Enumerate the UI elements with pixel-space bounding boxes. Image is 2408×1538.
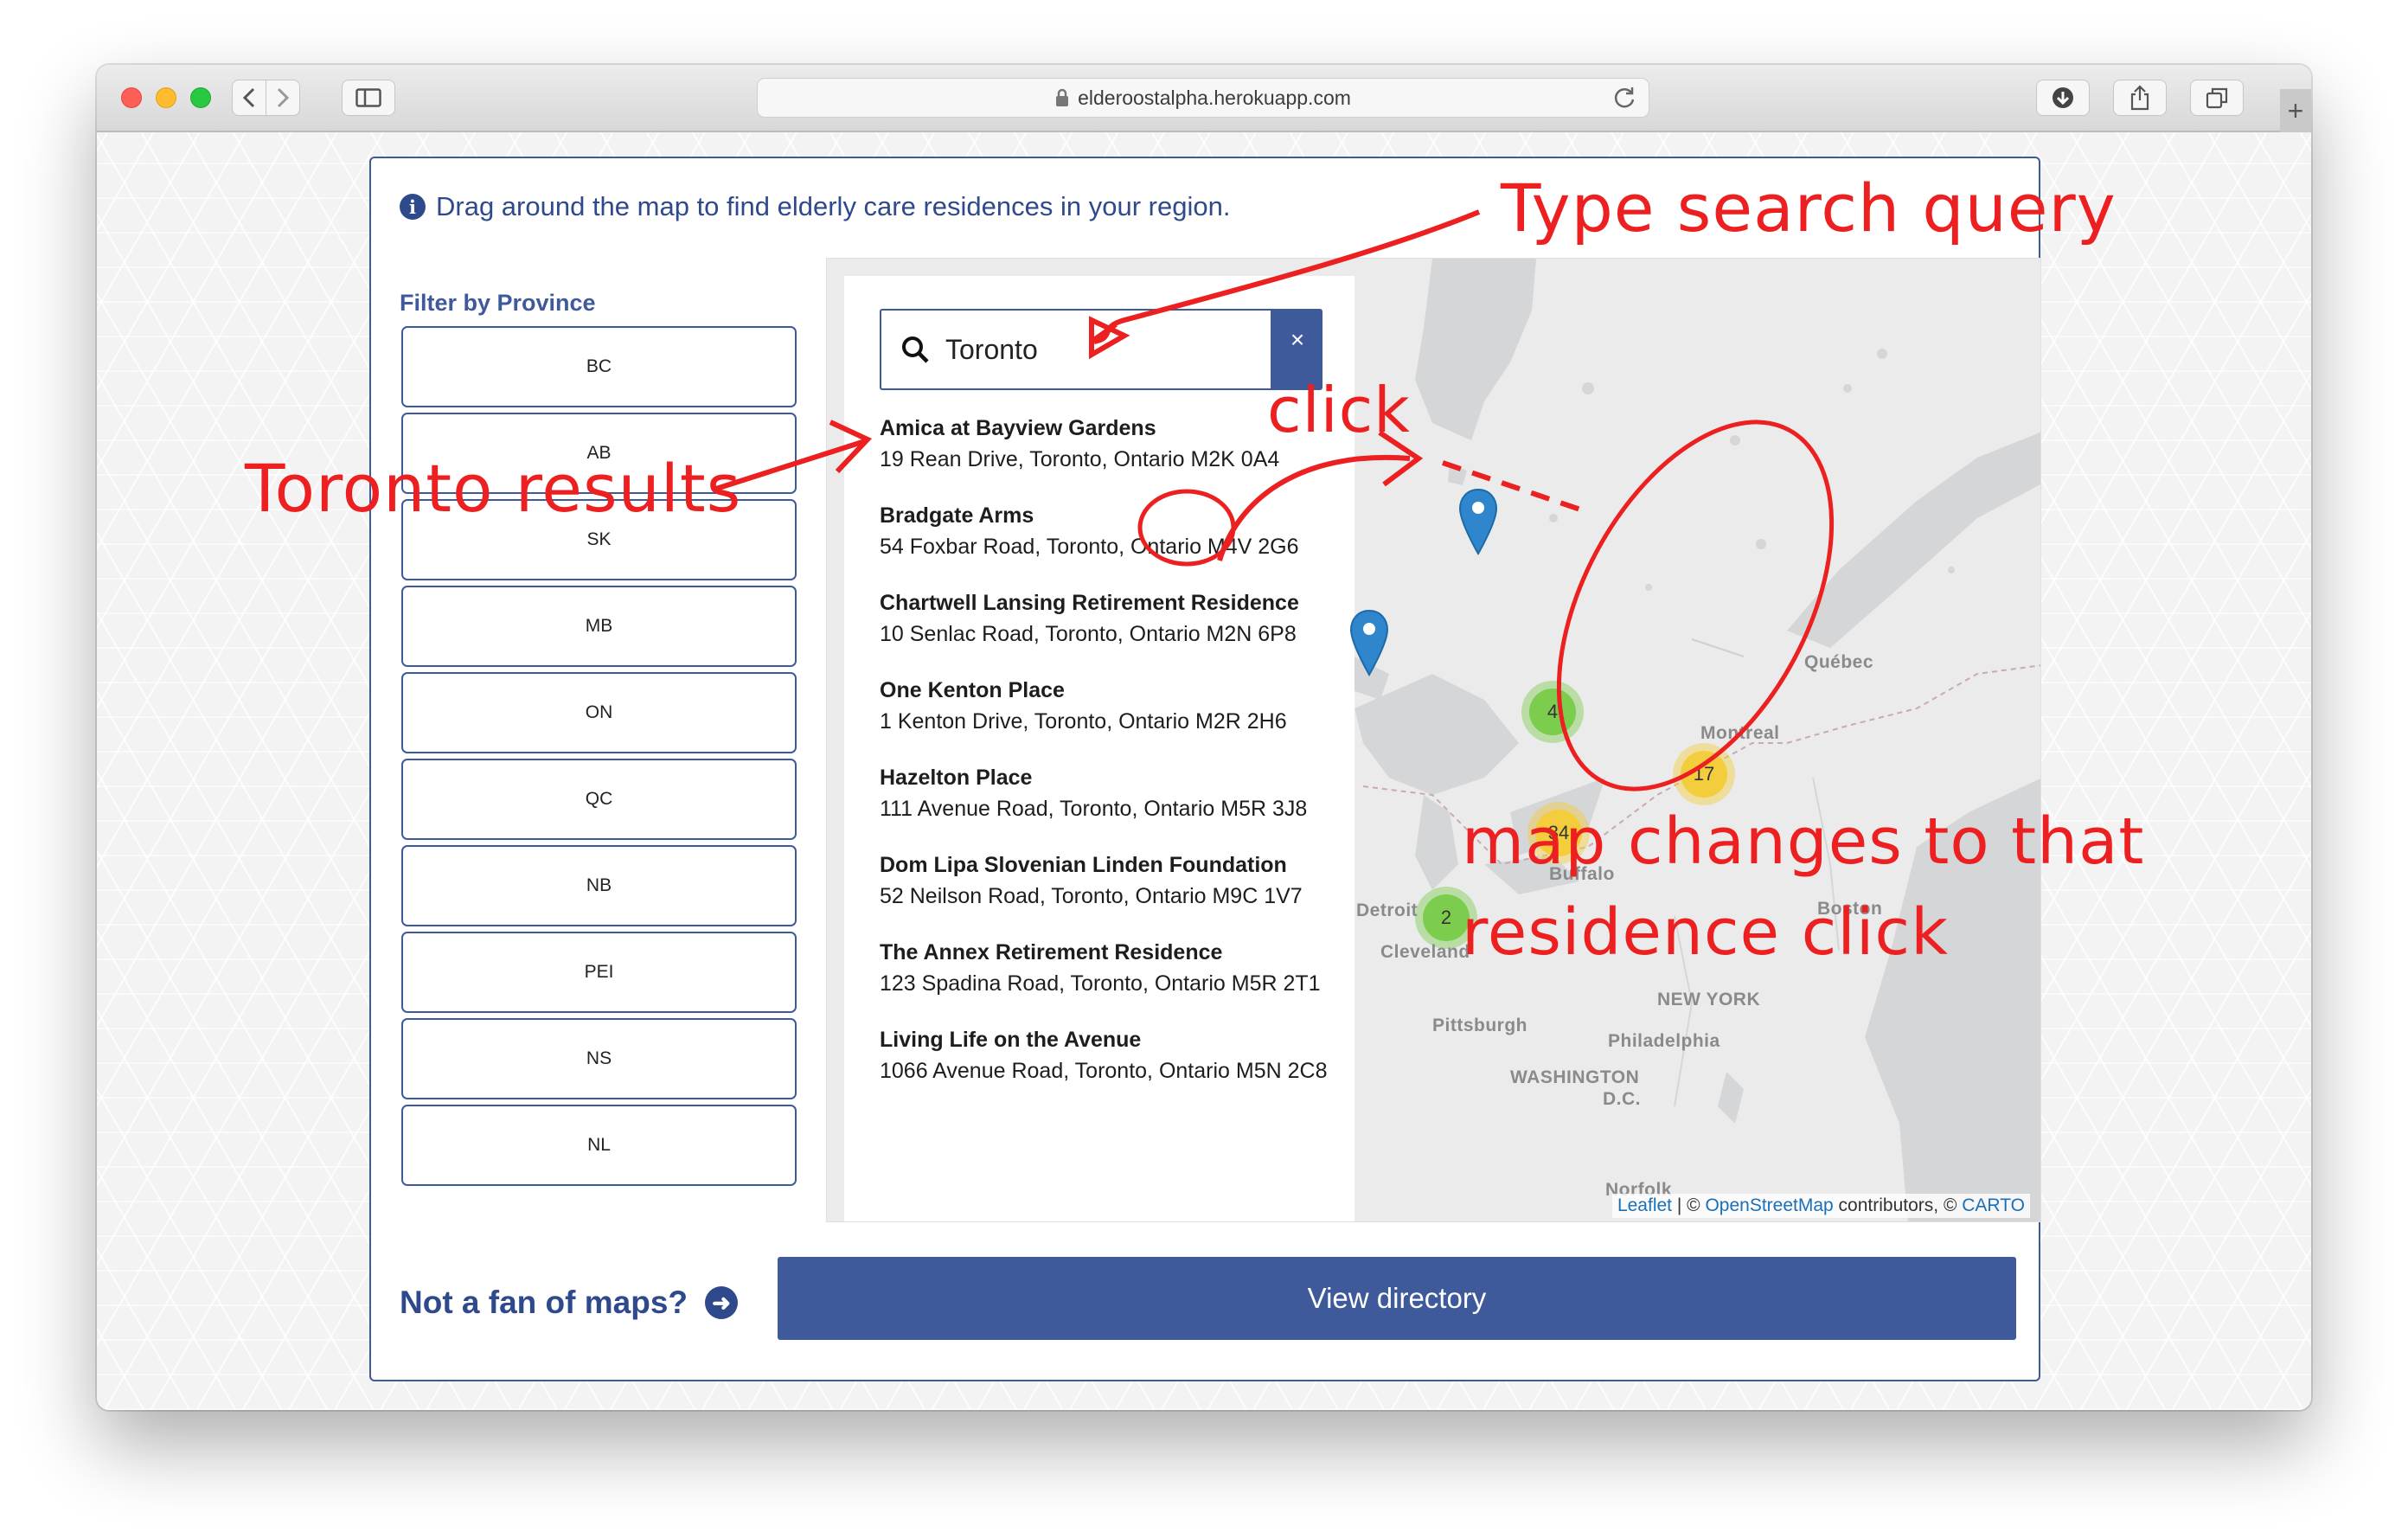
result-item[interactable]: Chartwell Lansing Retirement Residence 1… (880, 587, 1338, 650)
annotation-map-changes-line2: residence click (1462, 895, 1949, 970)
cluster-count: 4 (1529, 689, 1576, 735)
main-card: i Drag around the map to find elderly ca… (369, 157, 2041, 1381)
province-button-mb[interactable]: MB (401, 586, 797, 667)
result-name: Chartwell Lansing Retirement Residence (880, 591, 1299, 615)
result-item[interactable]: Living Life on the Avenue 1066 Avenue Ro… (880, 1024, 1338, 1087)
browser-window: elderoostalpha.herokuapp.com + i Drag ar… (97, 65, 2311, 1410)
result-name: The Annex Retirement Residence (880, 940, 1223, 964)
map-marker-icon[interactable] (1458, 488, 1498, 555)
info-icon: i (400, 194, 426, 220)
map-attribution: Leaflet | © OpenStreetMap contributors, … (1611, 1194, 2030, 1218)
map-cluster[interactable]: 4 (1521, 681, 1584, 743)
result-name: Dom Lipa Slovenian Linden Foundation (880, 853, 1287, 877)
plus-icon: + (2287, 94, 2304, 126)
province-button-nb[interactable]: NB (401, 845, 797, 926)
not-a-fan-link[interactable]: Not a fan of maps? ➜ (400, 1285, 739, 1321)
reload-button[interactable] (1612, 86, 1636, 115)
result-address: 111 Avenue Road, Toronto, Ontario M5R 3J… (880, 797, 1308, 821)
filter-title: Filter by Province (400, 290, 596, 316)
back-button[interactable] (232, 80, 266, 116)
result-name: Bradgate Arms (880, 503, 1034, 528)
not-a-fan-text: Not a fan of maps? (400, 1285, 688, 1320)
address-bar[interactable]: elderoostalpha.herokuapp.com (757, 78, 1649, 118)
result-item[interactable]: One Kenton Place 1 Kenton Drive, Toronto… (880, 675, 1338, 738)
view-directory-button[interactable]: View directory (778, 1257, 2016, 1340)
result-name: Hazelton Place (880, 766, 1033, 790)
city-label: Québec (1804, 652, 1874, 672)
search-results-list: Amica at Bayview Gardens 19 Rean Drive, … (880, 413, 1338, 1112)
map[interactable]: × Amica at Bayview Gardens 19 Rean Drive… (826, 258, 2041, 1222)
province-button-on[interactable]: ON (401, 672, 797, 753)
map-marker-icon[interactable] (1349, 609, 1389, 676)
tabs-icon (2206, 87, 2228, 109)
city-label: Detroit (1356, 900, 1419, 920)
result-item[interactable]: Dom Lipa Slovenian Linden Foundation 52 … (880, 849, 1338, 913)
forward-button[interactable] (266, 80, 300, 116)
city-label: Philadelphia (1608, 1031, 1720, 1051)
sidebar-icon (355, 88, 381, 107)
city-label: Pittsburgh (1432, 1016, 1527, 1035)
info-text: Drag around the map to find elderly care… (436, 191, 1231, 221)
city-label: WASHINGTON (1510, 1067, 1640, 1087)
annotation-toronto-results: Toronto results (245, 450, 742, 527)
lock-icon (1056, 88, 1069, 106)
province-button-pei[interactable]: PEI (401, 932, 797, 1013)
province-button-ns[interactable]: NS (401, 1018, 797, 1099)
result-item[interactable]: Bradgate Arms 54 Foxbar Road, Toronto, O… (880, 500, 1338, 563)
map-cluster[interactable]: 17 (1673, 743, 1735, 805)
province-button-qc[interactable]: QC (401, 759, 797, 840)
result-address: 123 Spadina Road, Toronto, Ontario M5R 2… (880, 971, 1321, 996)
search-icon (902, 336, 929, 363)
annotation-map-changes-line1: map changes to that (1462, 804, 2145, 879)
province-button-bc[interactable]: BC (401, 326, 797, 407)
result-item[interactable]: Hazelton Place 111 Avenue Road, Toronto,… (880, 762, 1338, 825)
new-tab-button[interactable]: + (2280, 89, 2311, 132)
info-banner: i Drag around the map to find elderly ca… (400, 191, 1230, 222)
result-name: Living Life on the Avenue (880, 1028, 1142, 1052)
chevron-left-icon (242, 87, 255, 108)
city-label: Cleveland (1380, 942, 1470, 962)
result-address: 1 Kenton Drive, Toronto, Ontario M2R 2H6 (880, 709, 1287, 734)
zoom-window-button[interactable] (190, 87, 211, 108)
result-address: 1066 Avenue Road, Toronto, Ontario M5N 2… (880, 1059, 1328, 1083)
close-window-button[interactable] (121, 87, 142, 108)
search-box[interactable] (880, 309, 1272, 390)
result-name: One Kenton Place (880, 678, 1065, 702)
annotation-click: click (1267, 374, 1411, 446)
city-label: Montreal (1700, 723, 1780, 743)
result-address: 52 Neilson Road, Toronto, Ontario M9C 1V… (880, 884, 1303, 908)
province-button-nl[interactable]: NL (401, 1105, 797, 1186)
chevron-right-icon (277, 87, 290, 108)
carto-link[interactable]: CARTO (1962, 1195, 2025, 1215)
attribution-text: contributors, © (1833, 1195, 1963, 1215)
leaflet-link[interactable]: Leaflet (1617, 1195, 1672, 1215)
city-label: D.C. (1603, 1089, 1641, 1109)
tabs-overview-button[interactable] (2190, 80, 2244, 116)
reload-icon (1614, 87, 1635, 108)
result-address: 54 Foxbar Road, Toronto, Ontario M4V 2G6 (880, 535, 1299, 559)
page-background: i Drag around the map to find elderly ca… (97, 132, 2311, 1410)
annotation-type-search: Type search query (1501, 170, 2117, 247)
download-icon (2053, 87, 2073, 108)
url-text: elderoostalpha.herokuapp.com (1078, 86, 1351, 109)
result-item[interactable]: The Annex Retirement Residence 123 Spadi… (880, 937, 1338, 1000)
share-button[interactable] (2113, 80, 2167, 116)
browser-toolbar: elderoostalpha.herokuapp.com + (97, 65, 2311, 132)
attribution-separator: | © (1672, 1195, 1706, 1215)
arrow-right-icon: ➜ (705, 1286, 739, 1319)
sidebar-toggle-button[interactable] (342, 80, 395, 116)
result-address: 10 Senlac Road, Toronto, Ontario M2N 6P8 (880, 622, 1297, 646)
share-icon (2130, 85, 2149, 111)
search-input[interactable] (945, 333, 1205, 366)
minimize-window-button[interactable] (156, 87, 176, 108)
osm-link[interactable]: OpenStreetMap (1705, 1195, 1833, 1215)
cluster-count: 17 (1681, 751, 1727, 798)
downloads-button[interactable] (2036, 80, 2090, 116)
city-label: NEW YORK (1657, 990, 1761, 1009)
result-address: 19 Rean Drive, Toronto, Ontario M2K 0A4 (880, 447, 1280, 471)
